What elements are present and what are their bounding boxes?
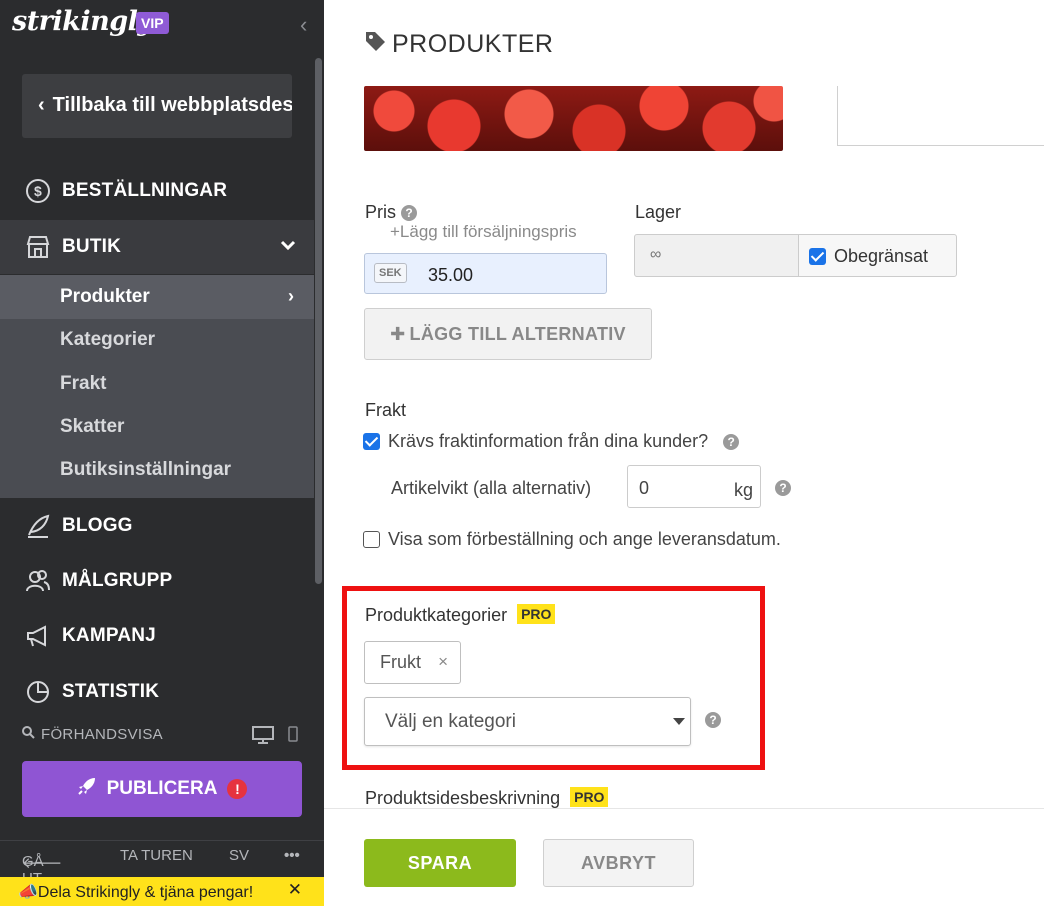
plus-icon: ✚	[390, 323, 406, 344]
publish-button[interactable]: PUBLICERA !	[22, 761, 302, 817]
search-icon	[22, 726, 35, 743]
back-label: Tillbaka till webbplatsdesign	[52, 94, 292, 116]
nav-campaign[interactable]: KAMPANJ	[0, 609, 314, 663]
remove-icon[interactable]: ×	[438, 652, 448, 672]
subnav-taxes[interactable]: Skatter	[60, 416, 124, 438]
stock-input[interactable]: ∞	[634, 234, 799, 277]
help-icon[interactable]: ?	[775, 480, 791, 496]
feather-icon	[24, 512, 52, 540]
pie-chart-icon	[24, 678, 52, 706]
product-editor: PRODUKTER Pris ? +Lägg till försäljnings…	[324, 0, 1044, 906]
shipping-required-row[interactable]: Krävs fraktinformation från dina kunder?…	[363, 431, 740, 452]
add-variant-button[interactable]: ✚ LÄGG TILL ALTERNATIV	[364, 308, 652, 360]
close-icon[interactable]: ✕	[288, 880, 302, 900]
brand-logo[interactable]: strikingly	[12, 6, 153, 37]
help-icon[interactable]: ?	[705, 712, 721, 728]
sidebar-scrollbar[interactable]	[315, 58, 322, 584]
nav-blog-label: BLOGG	[62, 515, 133, 536]
mobile-icon[interactable]	[288, 726, 298, 746]
tag-icon	[364, 30, 386, 59]
language-link[interactable]: SV	[229, 847, 249, 864]
nav-audience-label: MÅLGRUPP	[62, 570, 173, 591]
stock-label: Lager	[635, 202, 682, 222]
promo-text: Dela Strikingly & tjäna pengar!	[37, 884, 254, 901]
svg-text:$: $	[34, 183, 42, 199]
publish-label: PUBLICERA	[106, 778, 218, 799]
page-title: PRODUKTER	[364, 30, 553, 59]
vip-badge: VIP	[136, 12, 169, 34]
nav-statistics-label: STATISTIK	[62, 681, 160, 702]
category-select-placeholder: Välj en kategori	[385, 711, 516, 732]
page-title-text: PRODUKTER	[392, 30, 554, 58]
checkbox-checked-icon[interactable]	[363, 433, 380, 450]
subnav-store-settings[interactable]: Butiksinställningar	[60, 459, 231, 481]
weight-input[interactable]: 0 kg	[627, 465, 761, 508]
nav-statistics[interactable]: STATISTIK	[0, 665, 314, 719]
cancel-button[interactable]: AVBRYT	[543, 839, 694, 887]
sidebar-footer: 🡐 GÅ UT TA TUREN SV •••	[0, 840, 324, 887]
subnav-categories[interactable]: Kategorier	[60, 329, 155, 351]
chevron-right-icon: ›	[288, 286, 294, 306]
promo-bar[interactable]: 📣Dela Strikingly & tjäna pengar! ✕	[0, 877, 324, 906]
preview-label[interactable]: FÖRHANDSVISA	[41, 726, 163, 743]
weight-label: Artikelvikt (alla alternativ)	[391, 478, 592, 498]
form-footer: SPARA AVBRYT	[324, 808, 1044, 906]
price-label: Pris ?	[365, 202, 418, 223]
page-description-label: Produktsidesbeskrivning PRO	[365, 787, 609, 809]
more-menu-icon[interactable]: •••	[284, 847, 300, 864]
subnav-shipping[interactable]: Frakt	[60, 373, 106, 395]
pro-badge: PRO	[570, 787, 609, 807]
chevron-left-icon: ‹	[38, 94, 45, 116]
store-icon	[24, 233, 52, 261]
pro-badge: PRO	[517, 604, 556, 624]
help-icon[interactable]: ?	[401, 205, 418, 221]
active-subitem-bg	[0, 275, 314, 319]
preorder-row[interactable]: Visa som förbeställning och ange leveran…	[363, 529, 781, 550]
subnav-products[interactable]: Produkter	[60, 286, 150, 308]
users-icon	[24, 567, 52, 595]
sidebar: strikingly VIP ‹ ‹ Tillbaka till webbplat…	[0, 0, 324, 906]
dollar-icon: $	[24, 177, 52, 205]
nav-blog[interactable]: BLOGG	[0, 499, 314, 553]
store-subnav: Produkter › Kategorier Frakt Skatter But…	[0, 275, 314, 498]
collapse-sidebar-icon[interactable]: ‹	[300, 12, 307, 38]
nav-orders-label: BESTÄLLNINGAR	[62, 180, 228, 201]
checkbox-checked-icon[interactable]	[809, 248, 826, 265]
product-image[interactable]	[364, 86, 783, 151]
description-field[interactable]	[837, 86, 1044, 146]
unlimited-checkbox[interactable]: Obegränsat	[798, 234, 957, 277]
alert-icon: !	[227, 779, 248, 799]
category-select[interactable]: Välj en kategori	[364, 697, 691, 746]
help-icon[interactable]: ?	[723, 434, 740, 450]
save-button[interactable]: SPARA	[364, 839, 516, 887]
nav-store[interactable]: BUTIK	[0, 220, 314, 274]
category-chip-label: Frukt	[380, 652, 422, 672]
megaphone-icon	[24, 622, 52, 650]
megaphone-icon: 📣	[18, 884, 38, 901]
add-sale-price-link[interactable]: +Lägg till försäljningspris	[390, 222, 577, 242]
desktop-icon[interactable]	[252, 726, 274, 748]
category-chip: Frukt ×	[364, 641, 461, 684]
price-input[interactable]: SEK 35.00	[364, 253, 607, 294]
weight-unit: kg	[733, 480, 753, 500]
currency-badge: SEK	[374, 263, 407, 283]
rocket-icon	[77, 776, 97, 802]
nav-store-label: BUTIK	[62, 236, 122, 257]
nav-campaign-label: KAMPANJ	[62, 625, 156, 646]
unlimited-label: Obegränsat	[834, 246, 929, 266]
shipping-required-label: Krävs fraktinformation från dina kunder?	[388, 431, 709, 451]
preorder-label: Visa som förbeställning och ange leveran…	[388, 529, 781, 549]
caret-down-icon	[673, 718, 685, 725]
checkbox-unchecked-icon[interactable]	[363, 531, 380, 548]
chevron-down-icon	[280, 235, 296, 256]
weight-value: 0	[639, 478, 650, 498]
take-tour-link[interactable]: TA TUREN	[120, 847, 193, 864]
nav-audience[interactable]: MÅLGRUPP	[0, 554, 314, 608]
categories-label: Produktkategorier PRO	[365, 604, 556, 626]
preview-row: FÖRHANDSVISA	[22, 726, 302, 750]
nav-orders[interactable]: $ BESTÄLLNINGAR	[0, 164, 314, 218]
shipping-label: Frakt	[365, 400, 407, 420]
back-to-design-button[interactable]: ‹ Tillbaka till webbplatsdesign	[22, 74, 292, 138]
price-value: 35.00	[428, 265, 474, 285]
